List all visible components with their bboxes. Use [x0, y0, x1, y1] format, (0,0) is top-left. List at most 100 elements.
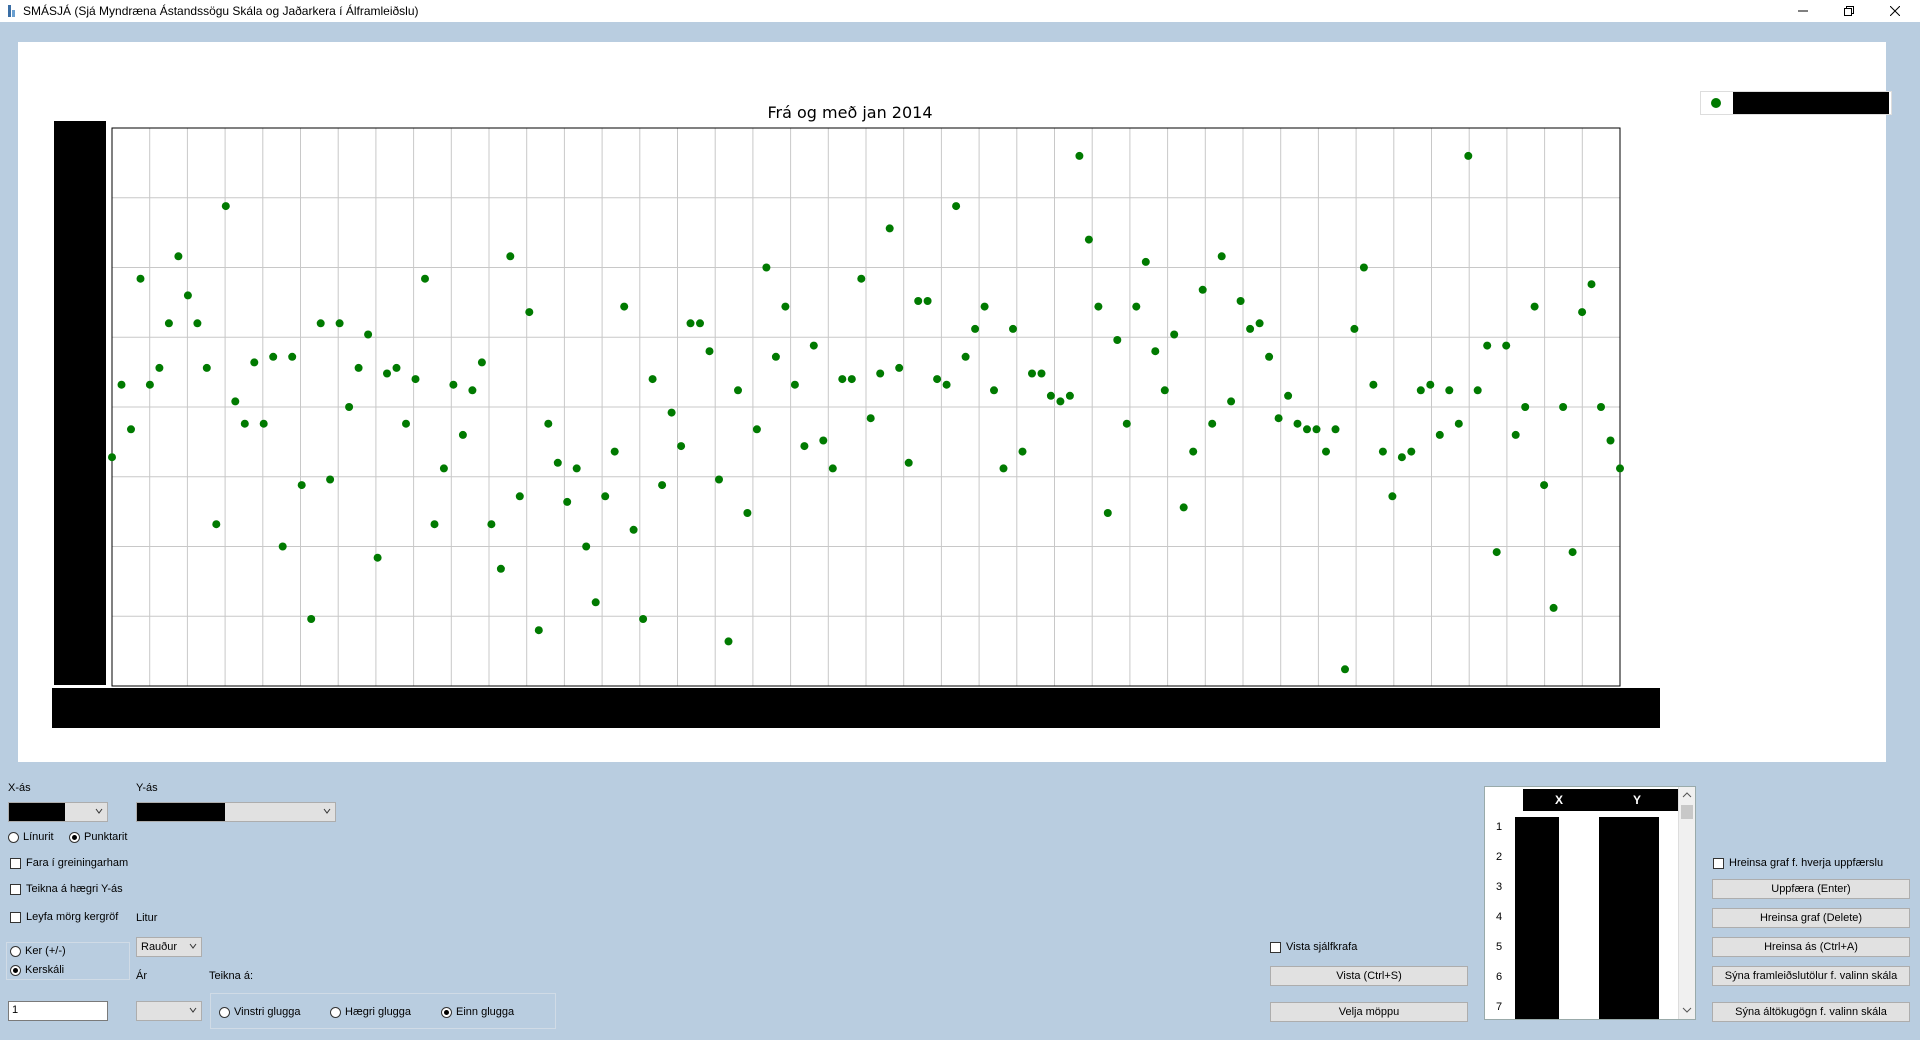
data-point[interactable]	[1416, 386, 1425, 395]
data-point[interactable]	[1132, 302, 1141, 311]
data-point[interactable]	[961, 352, 970, 361]
data-point[interactable]	[971, 324, 980, 333]
data-point[interactable]	[1246, 324, 1255, 333]
data-point[interactable]	[1378, 447, 1387, 456]
data-point[interactable]	[411, 375, 420, 384]
data-point[interactable]	[117, 380, 126, 389]
data-point[interactable]	[828, 464, 837, 473]
data-point[interactable]	[553, 458, 562, 467]
scroll-down-icon[interactable]	[1682, 1005, 1692, 1015]
data-point[interactable]	[563, 497, 572, 506]
data-point[interactable]	[1407, 447, 1416, 456]
data-point[interactable]	[1597, 403, 1605, 411]
data-point[interactable]	[1549, 603, 1558, 612]
data-point[interactable]	[534, 626, 543, 635]
data-point[interactable]	[297, 481, 306, 490]
data-grid[interactable]: X Y 1 2 3 4 5 6 7	[1484, 786, 1696, 1020]
data-point[interactable]	[174, 252, 183, 261]
data-point[interactable]	[1217, 252, 1226, 261]
data-point[interactable]	[1103, 509, 1112, 517]
data-point[interactable]	[800, 442, 809, 451]
data-point[interactable]	[1075, 151, 1084, 160]
minimize-button[interactable]	[1780, 0, 1826, 22]
data-point[interactable]	[373, 553, 382, 562]
data-point[interactable]	[202, 363, 211, 372]
data-point[interactable]	[364, 330, 373, 339]
data-point[interactable]	[990, 386, 998, 395]
data-point[interactable]	[942, 380, 951, 389]
data-point[interactable]	[383, 369, 391, 378]
data-point[interactable]	[288, 352, 297, 361]
data-point[interactable]	[895, 363, 904, 372]
data-point[interactable]	[1502, 341, 1511, 350]
data-point[interactable]	[866, 414, 875, 423]
data-point[interactable]	[999, 464, 1008, 473]
data-point[interactable]	[904, 458, 913, 467]
data-point[interactable]	[544, 419, 553, 428]
data-point[interactable]	[127, 425, 135, 434]
row-number[interactable]: 2	[1487, 851, 1511, 863]
grid-scrollbar[interactable]	[1678, 787, 1695, 1019]
data-point[interactable]	[1322, 447, 1330, 456]
data-point[interactable]	[525, 308, 534, 317]
data-point[interactable]	[933, 375, 942, 384]
radio-left-window[interactable]: Vinstri glugga	[219, 1006, 300, 1018]
data-point[interactable]	[1170, 330, 1179, 339]
data-point[interactable]	[648, 375, 657, 384]
data-point[interactable]	[1483, 341, 1492, 350]
data-point[interactable]	[734, 386, 742, 395]
row-number[interactable]: 5	[1487, 941, 1511, 953]
data-point[interactable]	[1388, 492, 1397, 501]
radio-right-window[interactable]: Hægri glugga	[330, 1006, 411, 1018]
y-axis-combo[interactable]	[136, 802, 336, 822]
data-point[interactable]	[1198, 285, 1207, 294]
data-point[interactable]	[1464, 151, 1473, 160]
x-axis-combo[interactable]	[8, 802, 108, 822]
data-point[interactable]	[1616, 464, 1624, 473]
data-point[interactable]	[1350, 324, 1359, 333]
data-point[interactable]	[658, 481, 667, 490]
update-button[interactable]: Uppfæra (Enter)	[1712, 879, 1910, 899]
data-point[interactable]	[240, 419, 249, 428]
data-point[interactable]	[1037, 369, 1046, 378]
data-point[interactable]	[1521, 403, 1530, 411]
data-point[interactable]	[1056, 397, 1065, 406]
scatter-chart[interactable]: Frá og með jan 2014	[18, 42, 1886, 762]
data-point[interactable]	[591, 598, 600, 607]
data-point[interactable]	[1151, 347, 1160, 356]
data-point[interactable]	[914, 297, 923, 305]
data-point[interactable]	[790, 380, 799, 389]
data-point[interactable]	[316, 319, 325, 328]
data-point[interactable]	[1265, 352, 1274, 361]
data-point[interactable]	[1293, 419, 1302, 428]
clear-each-update-checkbox[interactable]: Hreinsa graf f. hverja uppfærslu	[1713, 857, 1883, 869]
scroll-up-icon[interactable]	[1682, 790, 1692, 800]
data-point[interactable]	[639, 615, 648, 623]
radio-point-chart[interactable]: Punktarit	[69, 831, 127, 843]
data-point[interactable]	[155, 363, 164, 372]
data-point[interactable]	[430, 520, 439, 529]
row-number[interactable]: 1	[1487, 821, 1511, 833]
data-point[interactable]	[752, 425, 761, 434]
year-combo[interactable]	[136, 1001, 202, 1021]
data-point[interactable]	[847, 375, 856, 384]
data-point[interactable]	[1341, 665, 1349, 674]
data-point[interactable]	[1179, 503, 1188, 512]
data-point[interactable]	[1303, 425, 1311, 434]
data-point[interactable]	[212, 520, 221, 529]
data-point[interactable]	[402, 419, 410, 428]
data-point[interactable]	[762, 263, 771, 272]
data-point[interactable]	[582, 542, 591, 551]
data-point[interactable]	[1255, 319, 1264, 328]
data-point[interactable]	[1473, 386, 1482, 395]
data-point[interactable]	[193, 319, 202, 328]
radio-pot[interactable]: Ker (+/-)	[10, 945, 66, 957]
data-point[interactable]	[1578, 308, 1587, 317]
data-point[interactable]	[1312, 425, 1321, 434]
clear-graph-button[interactable]: Hreinsa graf (Delete)	[1712, 908, 1910, 928]
row-number[interactable]: 3	[1487, 881, 1511, 893]
data-point[interactable]	[1160, 386, 1169, 395]
data-point[interactable]	[1359, 263, 1368, 272]
restore-button[interactable]	[1826, 0, 1872, 22]
save-button[interactable]: Vista (Ctrl+S)	[1270, 966, 1468, 986]
